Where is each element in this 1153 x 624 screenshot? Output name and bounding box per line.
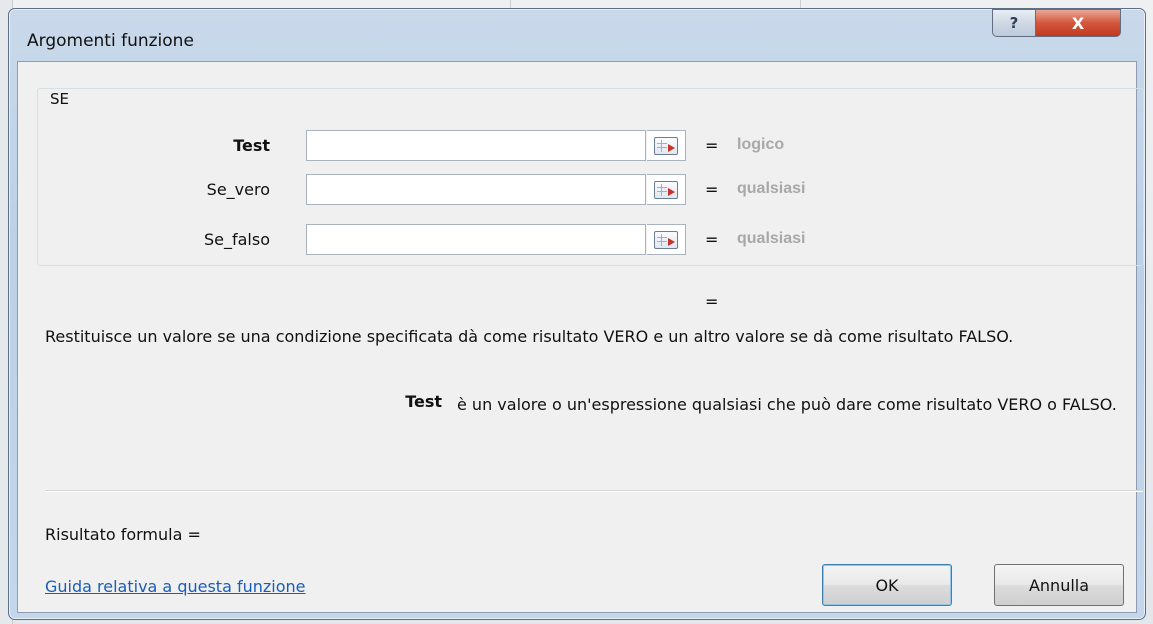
arg-equals: =	[705, 230, 719, 249]
arg-input-se-falso[interactable]	[306, 224, 646, 255]
arg-equals: =	[705, 180, 719, 199]
collapse-dialog-button-test[interactable]	[647, 130, 686, 161]
arg-equals: =	[705, 136, 719, 155]
ok-button[interactable]: OK	[822, 564, 952, 606]
function-help-link[interactable]: Guida relativa a questa funzione	[45, 577, 306, 596]
collapse-dialog-button-se-falso[interactable]	[647, 224, 686, 255]
arg-help-name: Test	[405, 392, 442, 411]
collapse-dialog-icon	[654, 136, 678, 155]
close-button[interactable]: X	[1035, 9, 1121, 37]
separator	[45, 490, 1143, 491]
collapse-dialog-icon	[654, 230, 678, 249]
collapse-dialog-icon	[654, 180, 678, 199]
function-arguments-dialog: Argomenti funzione ? X SE Test = logico …	[8, 8, 1146, 620]
formula-result: Risultato formula =	[45, 525, 201, 544]
function-description: Restituisce un valore se una condizione …	[45, 327, 1014, 346]
dialog-body: SE Test = logico Se_vero = qualsiasi Se_…	[17, 61, 1144, 613]
help-icon: ?	[1009, 14, 1019, 32]
arg-hint-se-vero: qualsiasi	[737, 180, 806, 197]
arg-input-se-vero[interactable]	[306, 174, 646, 205]
arg-label-se-falso: Se_falso	[203, 230, 270, 249]
function-result-equals: =	[705, 292, 719, 311]
function-name-label: SE	[48, 90, 71, 108]
arg-hint-test: logico	[737, 136, 785, 153]
arg-help-text: è un valore o un'espressione qualsiasi c…	[457, 395, 1117, 414]
arg-label-test: Test	[233, 136, 270, 155]
close-icon: X	[1071, 13, 1085, 33]
help-button[interactable]: ?	[992, 9, 1036, 37]
arg-hint-se-falso: qualsiasi	[737, 230, 806, 247]
arg-input-test[interactable]	[306, 130, 646, 161]
arg-label-se-vero: Se_vero	[206, 180, 270, 199]
dialog-title: Argomenti funzione	[27, 31, 194, 51]
title-bar[interactable]: Argomenti funzione ? X	[9, 9, 1145, 61]
collapse-dialog-button-se-vero[interactable]	[647, 174, 686, 205]
cancel-button[interactable]: Annulla	[994, 564, 1124, 606]
